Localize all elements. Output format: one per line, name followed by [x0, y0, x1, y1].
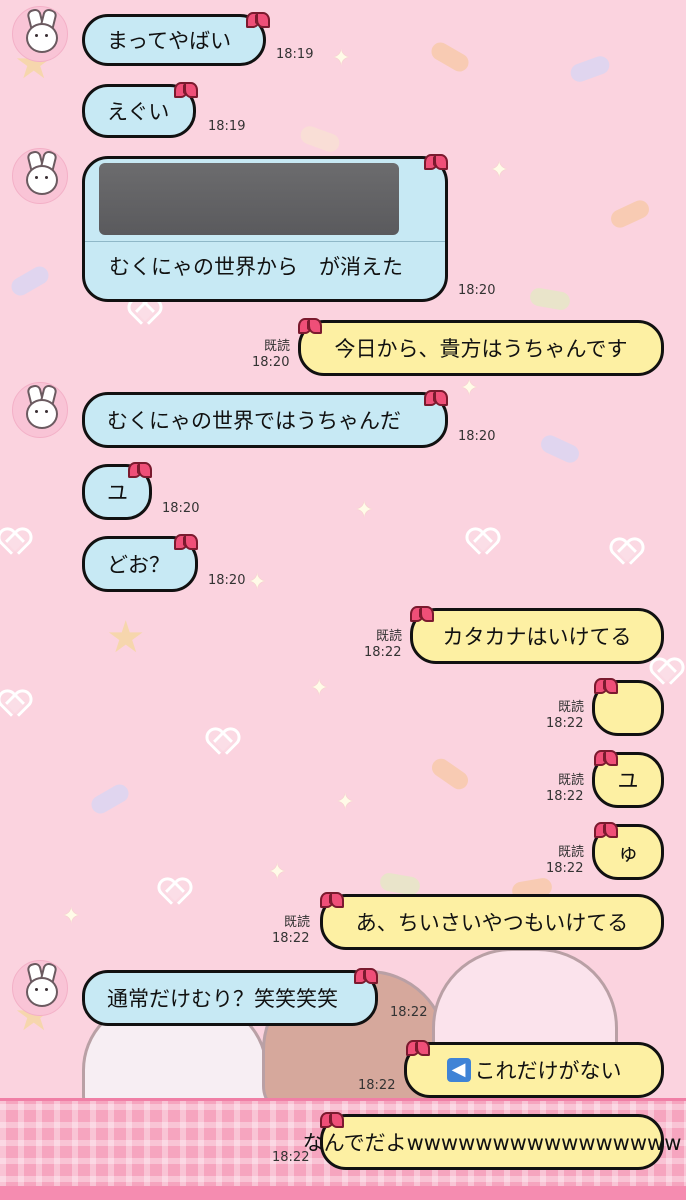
message-text: 通常だけむり？笑笑笑笑	[107, 987, 338, 1011]
outgoing-message-bubble[interactable]: なんでだよwwwwwwwwwwwwwwww	[303, 1114, 681, 1170]
message-time: 18:22	[364, 645, 402, 660]
bow-decoration	[174, 82, 198, 98]
bow-decoration	[298, 318, 322, 334]
ribbon-decoration	[528, 286, 572, 312]
bow-decoration	[406, 1040, 430, 1056]
read-receipt: 既読	[557, 845, 584, 860]
read-receipt: 既読	[557, 773, 584, 788]
contact-avatar[interactable]	[12, 148, 68, 204]
sparkle-decoration: ✦	[332, 46, 351, 71]
ribbon-decoration	[298, 123, 342, 155]
read-receipt: 既読	[263, 339, 290, 354]
ribbon-decoration	[88, 781, 132, 817]
sparkle-decoration: ✦	[248, 570, 267, 595]
message-text: なんでだよwwwwwwwwwwwwwwww	[302, 1131, 682, 1155]
ribbon-decoration	[428, 39, 472, 75]
incoming-message-bubble[interactable]: 通常だけむり？笑笑笑笑	[82, 970, 378, 1026]
outgoing-message-bubble[interactable]: 今日から、貴方はうちゃんです	[298, 320, 664, 376]
heart-decoration	[0, 530, 26, 554]
bow-decoration	[246, 12, 270, 28]
bow-decoration	[424, 154, 448, 170]
divider	[85, 241, 445, 242]
sparkle-decoration: ✦	[460, 376, 479, 401]
message-text: えぐい	[107, 100, 170, 124]
message-time: 18:22	[546, 716, 584, 731]
message-time: 18:19	[276, 47, 314, 62]
message-text: どお？	[107, 553, 170, 577]
sparkle-decoration: ✦	[336, 790, 355, 815]
incoming-image-message[interactable]: むくにゃの世界から が消えた	[82, 156, 448, 302]
heart-decoration	[468, 530, 494, 554]
message-time: 18:20	[252, 355, 290, 370]
bow-decoration	[174, 534, 198, 550]
sparkle-decoration: ✦	[490, 158, 509, 183]
message-text: カタカナはいけてる	[442, 625, 632, 649]
message-time: 18:19	[208, 119, 246, 134]
bow-decoration	[320, 1112, 344, 1128]
outgoing-message-bubble[interactable]: ◀ これだけがない	[404, 1042, 664, 1098]
bow-decoration	[410, 606, 434, 622]
bow-decoration	[594, 822, 618, 838]
bow-decoration	[354, 968, 378, 984]
outgoing-message-bubble[interactable]: あ、ちいさいやつもいけてる	[320, 894, 664, 950]
read-receipt: 既読	[283, 915, 310, 930]
contact-avatar[interactable]	[12, 6, 68, 62]
contact-avatar[interactable]	[12, 960, 68, 1016]
incoming-message-bubble[interactable]: まってやばい	[82, 14, 266, 66]
sparkle-decoration: ✦	[310, 676, 329, 701]
heart-decoration	[208, 730, 234, 754]
message-time: 18:22	[546, 789, 584, 804]
message-time: 18:20	[458, 429, 496, 444]
ribbon-decoration	[378, 871, 422, 897]
ribbon-decoration	[538, 432, 582, 466]
read-receipt: 既読	[557, 700, 584, 715]
outgoing-message-bubble[interactable]: カタカナはいけてる	[410, 608, 664, 664]
message-text: ユ	[617, 769, 639, 793]
message-text: まってやばい	[107, 29, 232, 53]
message-time: 18:20	[458, 283, 496, 298]
message-time: 18:20	[162, 501, 200, 516]
ribbon-decoration	[608, 197, 652, 231]
bow-decoration	[320, 892, 344, 908]
star-decoration: ★	[106, 612, 146, 663]
sparkle-decoration: ✦	[62, 904, 81, 929]
heart-decoration	[652, 660, 678, 684]
bow-decoration	[594, 750, 618, 766]
shared-image-thumbnail[interactable]	[99, 163, 399, 235]
message-text: これだけがない	[474, 1059, 622, 1083]
message-text: ユ	[107, 481, 128, 505]
message-text: ゅ	[617, 841, 639, 865]
left-arrow-icon: ◀	[446, 1058, 471, 1082]
sparkle-decoration: ✦	[355, 498, 374, 523]
message-text: むくにゃの世界ではうちゃんだ	[107, 409, 401, 433]
heart-decoration	[612, 540, 638, 564]
message-time: 18:22	[390, 1005, 428, 1020]
ribbon-decoration	[428, 755, 472, 793]
sparkle-decoration: ✦	[268, 860, 287, 885]
message-text: むくにゃの世界から が消えた	[109, 255, 403, 279]
floor-edge	[0, 1186, 686, 1200]
bow-decoration	[594, 678, 618, 694]
ribbon-decoration	[8, 263, 52, 299]
message-text: 今日から、貴方はうちゃんです	[334, 337, 628, 361]
message-time: 18:22	[358, 1078, 396, 1093]
bow-decoration	[128, 462, 152, 478]
message-text: あ、ちいさいやつもいけてる	[355, 911, 629, 935]
incoming-message-bubble[interactable]: むくにゃの世界ではうちゃんだ	[82, 392, 448, 448]
heart-decoration	[0, 692, 26, 716]
bow-decoration	[424, 390, 448, 406]
message-time: 18:22	[272, 931, 310, 946]
heart-decoration	[130, 300, 156, 324]
message-time: 18:20	[208, 573, 246, 588]
chat-view[interactable]: ✦ ✦ ✦ ✦ ✦ ✦ ✦ ✦ ✦ ★ ★ ★ まってやばい 18:19 えぐい…	[0, 0, 686, 1200]
message-time: 18:22	[546, 861, 584, 876]
read-receipt: 既読	[375, 629, 402, 644]
contact-avatar[interactable]	[12, 382, 68, 438]
heart-decoration	[160, 880, 186, 904]
ribbon-decoration	[568, 53, 612, 85]
